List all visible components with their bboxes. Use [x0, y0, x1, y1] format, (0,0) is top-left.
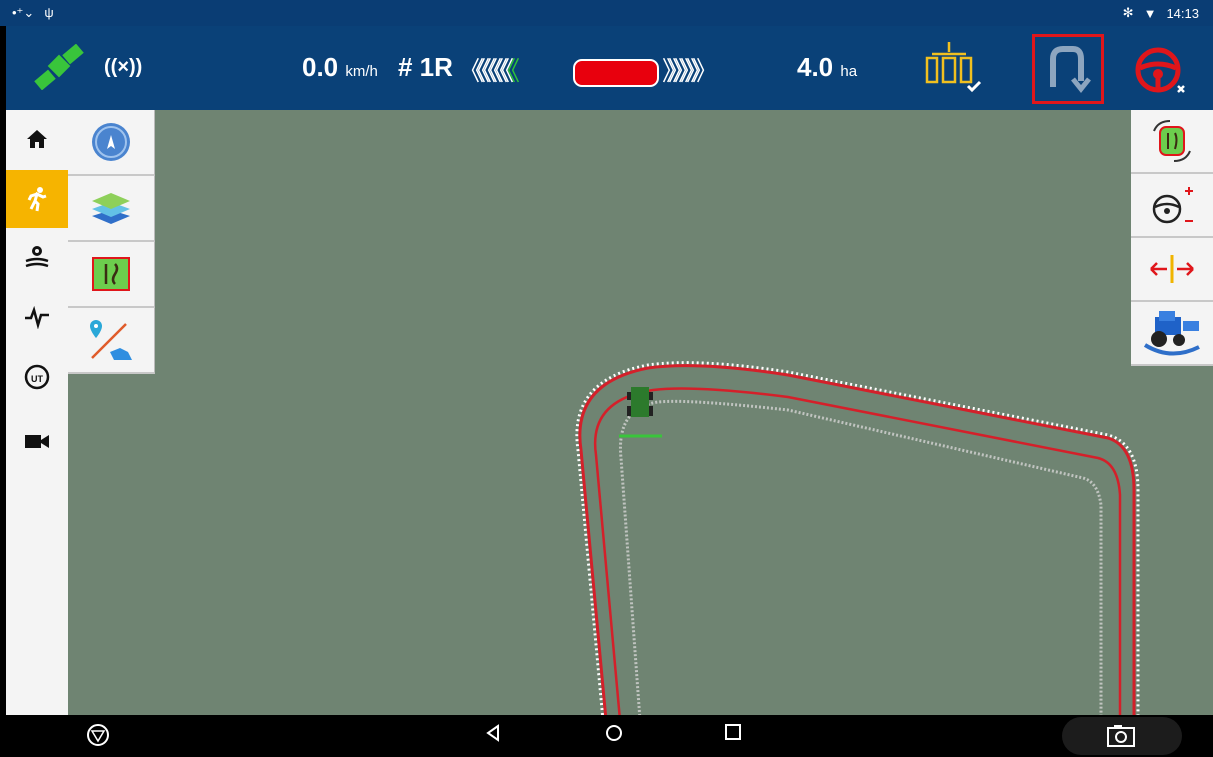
field-settings-icon [25, 246, 49, 268]
nav-pulse[interactable] [6, 288, 68, 346]
home-icon [27, 130, 47, 148]
radio-signal-icon[interactable]: ((×)) [104, 56, 142, 79]
guidance-mode-button[interactable] [1131, 110, 1213, 174]
area-readout: 4.0 ha [797, 52, 857, 83]
gps-satellite-icon[interactable] [34, 43, 84, 95]
speed-unit: km/h [345, 63, 378, 80]
back-button[interactable] [484, 723, 502, 748]
shift-line-button[interactable] [1131, 238, 1213, 302]
clock: 14:13 [1166, 5, 1199, 21]
steering-wheel-icon [1135, 47, 1185, 93]
run-icon [27, 187, 47, 212]
back-icon [486, 724, 499, 742]
tractor-view-icon [1143, 311, 1200, 356]
menu-button[interactable] [86, 723, 110, 752]
guidance-mode-icon [1153, 120, 1191, 162]
speed-value: 0.0 [302, 52, 339, 82]
tractor-view-button[interactable] [1131, 302, 1213, 366]
layers-icon [92, 193, 130, 224]
steering-sensitivity-button[interactable] [1131, 174, 1213, 238]
nav-run[interactable] [6, 170, 68, 228]
compass-icon [92, 123, 130, 161]
layers-button[interactable] [68, 176, 155, 242]
area-unit: ha [840, 63, 858, 80]
home-nav-button[interactable] [604, 723, 624, 748]
recents-button[interactable] [724, 723, 742, 746]
steering-disengaged-button[interactable] [1132, 46, 1192, 105]
top-bar: ((×)) 0.0 km/h # 1R 《《《《《《《 》》》》》》 4.0 h… [6, 26, 1213, 110]
recents-icon [725, 724, 741, 740]
guidance-lines-button[interactable] [68, 242, 155, 308]
chevron-active: 《 [507, 56, 520, 86]
speed-readout: 0.0 km/h [302, 52, 378, 83]
right-deviation-indicator: 》》》》》》 [662, 56, 718, 86]
status-bar: •⁺⌄ ψ ✻ ▼ 14:13 [0, 0, 1213, 26]
pulse-icon [25, 305, 49, 329]
menu-icon [87, 724, 109, 746]
implement-button[interactable] [924, 40, 984, 101]
row-label: # 1R [398, 52, 453, 82]
screenshot-button[interactable] [1062, 717, 1182, 755]
svg-text:UT: UT [31, 374, 43, 384]
nav-field-settings[interactable] [6, 228, 68, 286]
map-tools [68, 110, 155, 374]
compass-button[interactable] [68, 110, 155, 176]
u-turn-icon [1050, 46, 1091, 94]
signal-icon: •⁺⌄ [12, 5, 35, 20]
field-map[interactable] [68, 110, 1213, 715]
guidance-lines-icon [92, 257, 130, 291]
tractor-marker [619, 387, 662, 438]
chevrons-left: 《《《《《《 [458, 56, 514, 86]
screenshot-icon [1107, 725, 1135, 747]
home-circle-icon [606, 725, 622, 741]
wifi-icon: ▼ [1143, 5, 1157, 21]
boundary-icon [90, 320, 132, 360]
nav-home[interactable] [6, 110, 68, 168]
steering-sensitivity-icon [1152, 187, 1193, 224]
bluetooth-icon: ✻ [1122, 5, 1134, 20]
left-deviation-indicator: 《《《《《《《 [458, 51, 520, 88]
system-nav-bar [0, 715, 1213, 757]
nav-camera[interactable] [6, 412, 68, 470]
ut-icon: UT [24, 364, 50, 390]
u-turn-button[interactable] [1032, 34, 1104, 104]
nav-ut[interactable]: UT [6, 348, 68, 406]
deviation-bar [573, 59, 659, 87]
shift-line-icon [1150, 255, 1194, 283]
camera-icon [25, 435, 49, 448]
right-tools [1131, 110, 1213, 366]
left-nav: UT [6, 110, 68, 715]
area-value: 4.0 [797, 52, 834, 82]
usb-icon: ψ [44, 5, 54, 20]
boundary-button[interactable] [68, 308, 155, 374]
